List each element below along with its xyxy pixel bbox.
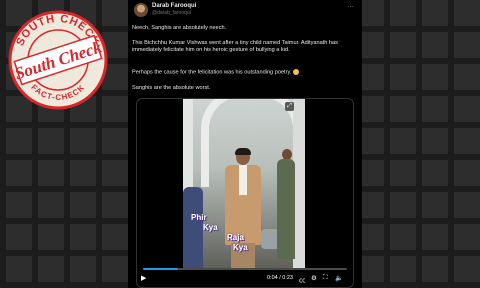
volume-icon[interactable]: 🔈 (335, 274, 343, 282)
avatar[interactable] (134, 3, 148, 17)
tweet-card: Darab Farooqui @darab_farooqui ⋯ Neech, … (128, 0, 362, 288)
video-caption: Kya (203, 223, 218, 232)
author-name[interactable]: Darab Farooqui (152, 3, 196, 9)
author-handle[interactable]: @darab_farooqui (152, 10, 191, 16)
tweet-header: Darab Farooqui @darab_farooqui ⋯ (134, 3, 356, 21)
ellipsis-icon[interactable]: ⋯ (347, 3, 354, 11)
video-caption: Kya (233, 243, 248, 252)
video-caption: Phir (191, 213, 207, 222)
video-player[interactable]: Phir Kya Raja Kya ⤢ ▶ 0:04 / 0:23 ㏄ ⚙ ⛶ … (136, 98, 354, 288)
person (277, 159, 295, 259)
settings-icon[interactable]: ⚙ (311, 274, 317, 282)
person (183, 187, 203, 269)
tweet-text-line-4: Sanghis are the absolute worst. (132, 85, 211, 91)
tweet-text-line-1: Neech, Sanghis are absolutely neech. (132, 25, 227, 31)
tweet-text-line-3: Perhaps the cause for the felicitation w… (132, 69, 358, 77)
hair (235, 148, 251, 155)
tweet-text-line-2: This Bichchhu Kumar Vishwas went after a… (132, 40, 338, 54)
tweet-text-line-3-text: Perhaps the cause for the felicitation w… (132, 69, 292, 76)
progress-bar[interactable] (143, 268, 347, 270)
captions-icon[interactable]: ㏄ (299, 274, 306, 284)
play-icon[interactable]: ▶ (141, 274, 146, 282)
expand-icon[interactable]: ⤢ (285, 102, 294, 111)
south-check-stamp: SOUTH CHECK FACT-CHECK South Check (8, 10, 108, 110)
fullscreen-icon[interactable]: ⛶ (323, 274, 328, 282)
video-controls: ▶ 0:04 / 0:23 ㏄ ⚙ ⛶ 🔈 (137, 265, 353, 287)
video-frame[interactable]: Phir Kya Raja Kya (183, 99, 305, 269)
shirt (239, 165, 247, 195)
smile-emoji-icon (293, 69, 300, 75)
video-caption: Raja (227, 233, 244, 242)
video-time: 0:04 / 0:23 (267, 275, 293, 281)
progress-fill (143, 268, 178, 270)
